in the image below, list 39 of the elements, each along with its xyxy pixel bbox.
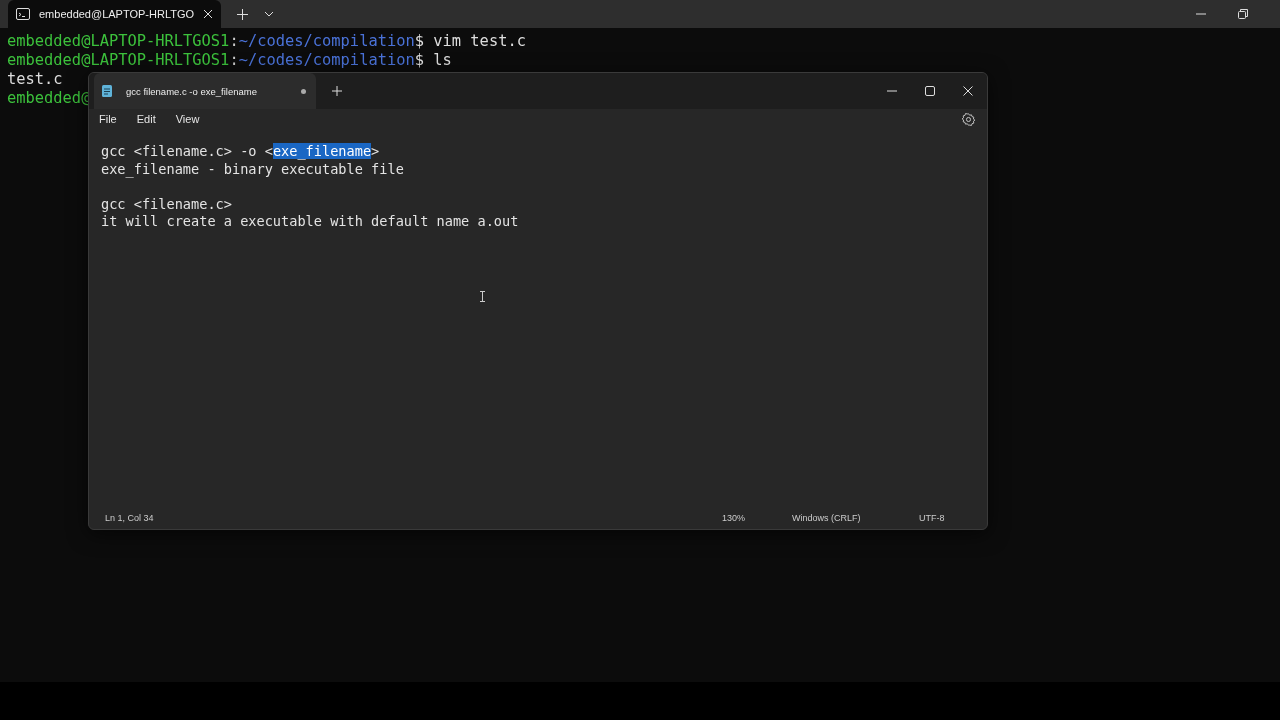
new-tab-icon[interactable] — [332, 86, 342, 96]
editor-text: it will create a executable with default name a.out — [101, 213, 519, 229]
cursor-position: Ln 1, Col 34 — [105, 513, 155, 523]
document-tab[interactable]: gcc filename.c -o exe_filename — [94, 73, 316, 109]
prompt-user: embedded@ — [7, 89, 91, 107]
tab-title: gcc filename.c -o exe_filename — [126, 85, 258, 97]
menu-item[interactable]: View — [169, 111, 206, 127]
notepad-icon — [102, 85, 112, 97]
prompt-symbol: $ — [414, 51, 424, 69]
tab-title: embedded@LAPTOP-HRLTGO — [39, 8, 195, 20]
prompt-separator: : — [229, 51, 239, 69]
editor-text: gcc <filename.c> — [101, 195, 232, 212]
menu-item[interactable]: File — [93, 111, 123, 127]
encoding: UTF-8 — [919, 513, 946, 523]
text-cursor-icon — [480, 291, 485, 302]
editor-text: exe_filename - binary executable file — [101, 160, 404, 177]
editor-text: gcc <filename.c> -o < — [101, 143, 273, 159]
maximize-icon[interactable] — [925, 86, 935, 96]
prompt-path: ~/codes/compilation — [238, 51, 415, 69]
close-icon[interactable] — [963, 86, 973, 96]
editor-text: > — [371, 143, 380, 159]
line-ending: Windows (CRLF) — [792, 513, 862, 523]
command-text: ls — [432, 51, 452, 69]
prompt-path: ~/codes/compilation — [238, 32, 415, 50]
output-text: test.c — [7, 70, 63, 88]
dropdown-icon[interactable] — [264, 11, 275, 17]
close-icon[interactable] — [203, 9, 214, 19]
terminal-tab[interactable]: embedded@LAPTOP-HRLTGO — [8, 0, 222, 28]
menu-item[interactable]: Edit — [130, 111, 162, 127]
new-tab-icon[interactable] — [237, 8, 249, 20]
prompt-user: embedded@LAPTOP-HRLTGOS1 — [7, 51, 230, 69]
zoom-level: 130% — [722, 513, 747, 523]
command-text: vim test.c — [432, 32, 526, 50]
terminal-icon — [16, 8, 30, 20]
settings-icon[interactable] — [962, 112, 975, 126]
prompt-symbol: $ — [414, 32, 424, 50]
prompt-user: embedded@LAPTOP-HRLTGOS1 — [7, 32, 230, 50]
prompt-separator: : — [229, 32, 239, 50]
restore-icon[interactable] — [1238, 9, 1248, 19]
